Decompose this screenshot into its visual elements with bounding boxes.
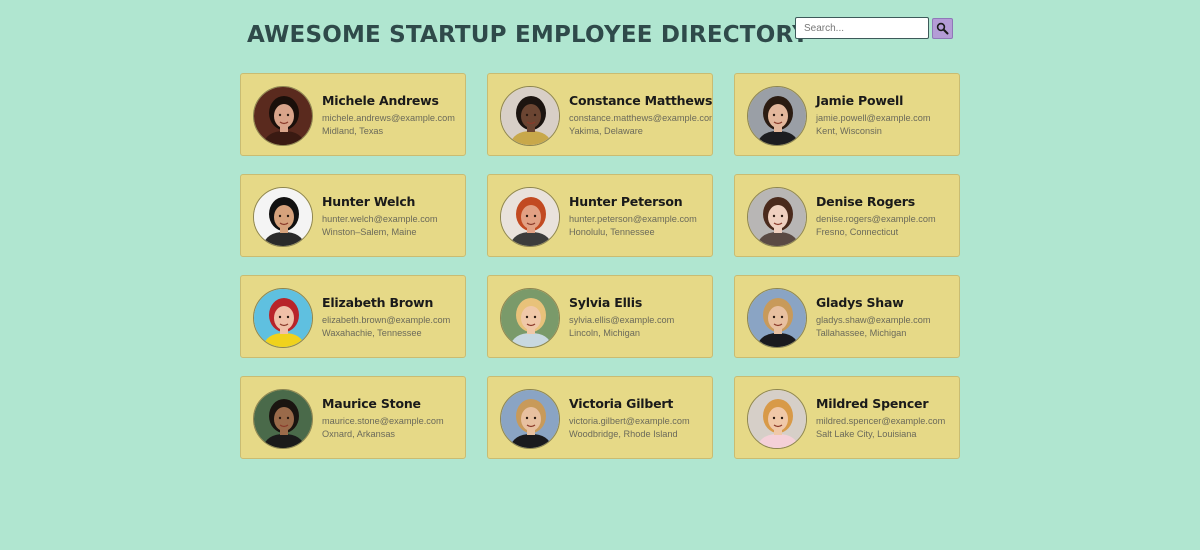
employee-name: Victoria Gilbert: [569, 396, 674, 411]
employee-email: hunter.welch@example.com: [322, 214, 438, 224]
person-portrait-icon: [501, 87, 559, 145]
employee-name: Gladys Shaw: [816, 295, 904, 310]
avatar: [500, 389, 560, 449]
employee-name: Jamie Powell: [816, 93, 904, 108]
search-button[interactable]: [932, 17, 953, 39]
person-portrait-icon: [501, 390, 559, 448]
employee-name: Hunter Welch: [322, 194, 416, 209]
employee-location: Fresno, Connecticut: [816, 227, 899, 237]
person-portrait-icon: [254, 87, 312, 145]
avatar: [500, 288, 560, 348]
employee-location: Winston–Salem, Maine: [322, 227, 417, 237]
employee-info: Sylvia Ellis sylvia.ellis@example.com Li…: [569, 295, 712, 338]
person-portrait-icon: [254, 188, 312, 246]
employee-card[interactable]: Maurice Stone maurice.stone@example.com …: [240, 376, 466, 459]
employee-card[interactable]: Mildred Spencer mildred.spencer@example.…: [734, 376, 960, 459]
employee-info: Victoria Gilbert victoria.gilbert@exampl…: [569, 396, 712, 439]
employee-email: maurice.stone@example.com: [322, 416, 444, 426]
employee-name: Maurice Stone: [322, 396, 421, 411]
employee-card[interactable]: Constance Matthews constance.matthews@ex…: [487, 73, 713, 156]
employee-email: sylvia.ellis@example.com: [569, 315, 675, 325]
employee-location: Oxnard, Arkansas: [322, 429, 396, 439]
employee-card[interactable]: Sylvia Ellis sylvia.ellis@example.com Li…: [487, 275, 713, 358]
employee-card[interactable]: Gladys Shaw gladys.shaw@example.com Tall…: [734, 275, 960, 358]
employee-location: Salt Lake City, Louisiana: [816, 429, 917, 439]
search-form: [795, 17, 953, 39]
employee-gallery: Michele Andrews michele.andrews@example.…: [240, 73, 960, 459]
avatar: [253, 389, 313, 449]
employee-name: Constance Matthews: [569, 93, 713, 108]
employee-name: Michele Andrews: [322, 93, 439, 108]
employee-location: Kent, Wisconsin: [816, 126, 882, 136]
avatar: [747, 389, 807, 449]
employee-info: Hunter Welch hunter.welch@example.com Wi…: [322, 194, 465, 237]
employee-email: michele.andrews@example.com: [322, 113, 455, 123]
avatar: [747, 86, 807, 146]
search-input[interactable]: [795, 17, 929, 39]
employee-info: Mildred Spencer mildred.spencer@example.…: [816, 396, 959, 439]
header: AWESOME STARTUP EMPLOYEE DIRECTORY: [0, 0, 1200, 70]
employee-email: mildred.spencer@example.com: [816, 416, 946, 426]
person-portrait-icon: [501, 188, 559, 246]
avatar: [500, 187, 560, 247]
employee-name: Sylvia Ellis: [569, 295, 643, 310]
person-portrait-icon: [748, 289, 806, 347]
employee-info: Elizabeth Brown elizabeth.brown@example.…: [322, 295, 465, 338]
employee-info: Jamie Powell jamie.powell@example.com Ke…: [816, 93, 959, 136]
employee-card[interactable]: Denise Rogers denise.rogers@example.com …: [734, 174, 960, 257]
employee-card[interactable]: Hunter Peterson hunter.peterson@example.…: [487, 174, 713, 257]
page-title: AWESOME STARTUP EMPLOYEE DIRECTORY: [247, 22, 809, 48]
employee-name: Mildred Spencer: [816, 396, 929, 411]
employee-info: Denise Rogers denise.rogers@example.com …: [816, 194, 959, 237]
employee-email: elizabeth.brown@example.com: [322, 315, 451, 325]
employee-email: denise.rogers@example.com: [816, 214, 936, 224]
employee-email: victoria.gilbert@example.com: [569, 416, 690, 426]
person-portrait-icon: [254, 390, 312, 448]
avatar: [253, 288, 313, 348]
employee-location: Tallahassee, Michigan: [816, 328, 907, 338]
employee-location: Honolulu, Tennessee: [569, 227, 655, 237]
employee-info: Hunter Peterson hunter.peterson@example.…: [569, 194, 712, 237]
avatar: [500, 86, 560, 146]
employee-name: Hunter Peterson: [569, 194, 683, 209]
avatar: [747, 187, 807, 247]
employee-info: Maurice Stone maurice.stone@example.com …: [322, 396, 465, 439]
employee-location: Woodbridge, Rhode Island: [569, 429, 678, 439]
employee-card[interactable]: Elizabeth Brown elizabeth.brown@example.…: [240, 275, 466, 358]
employee-email: constance.matthews@example.com: [569, 113, 713, 123]
magnifier-icon: [936, 22, 949, 34]
avatar: [747, 288, 807, 348]
employee-email: jamie.powell@example.com: [816, 113, 931, 123]
employee-email: gladys.shaw@example.com: [816, 315, 931, 325]
person-portrait-icon: [748, 87, 806, 145]
avatar: [253, 187, 313, 247]
employee-name: Elizabeth Brown: [322, 295, 434, 310]
employee-email: hunter.peterson@example.com: [569, 214, 697, 224]
employee-location: Midland, Texas: [322, 126, 384, 136]
employee-card[interactable]: Hunter Welch hunter.welch@example.com Wi…: [240, 174, 466, 257]
employee-info: Michele Andrews michele.andrews@example.…: [322, 93, 465, 136]
employee-location: Yakima, Delaware: [569, 126, 643, 136]
person-portrait-icon: [501, 289, 559, 347]
employee-card[interactable]: Victoria Gilbert victoria.gilbert@exampl…: [487, 376, 713, 459]
avatar: [253, 86, 313, 146]
employee-info: Constance Matthews constance.matthews@ex…: [569, 93, 712, 136]
employee-card[interactable]: Michele Andrews michele.andrews@example.…: [240, 73, 466, 156]
employee-name: Denise Rogers: [816, 194, 915, 209]
person-portrait-icon: [254, 289, 312, 347]
person-portrait-icon: [748, 188, 806, 246]
employee-card[interactable]: Jamie Powell jamie.powell@example.com Ke…: [734, 73, 960, 156]
person-portrait-icon: [748, 390, 806, 448]
employee-location: Waxahachie, Tennessee: [322, 328, 422, 338]
employee-info: Gladys Shaw gladys.shaw@example.com Tall…: [816, 295, 959, 338]
employee-location: Lincoln, Michigan: [569, 328, 640, 338]
